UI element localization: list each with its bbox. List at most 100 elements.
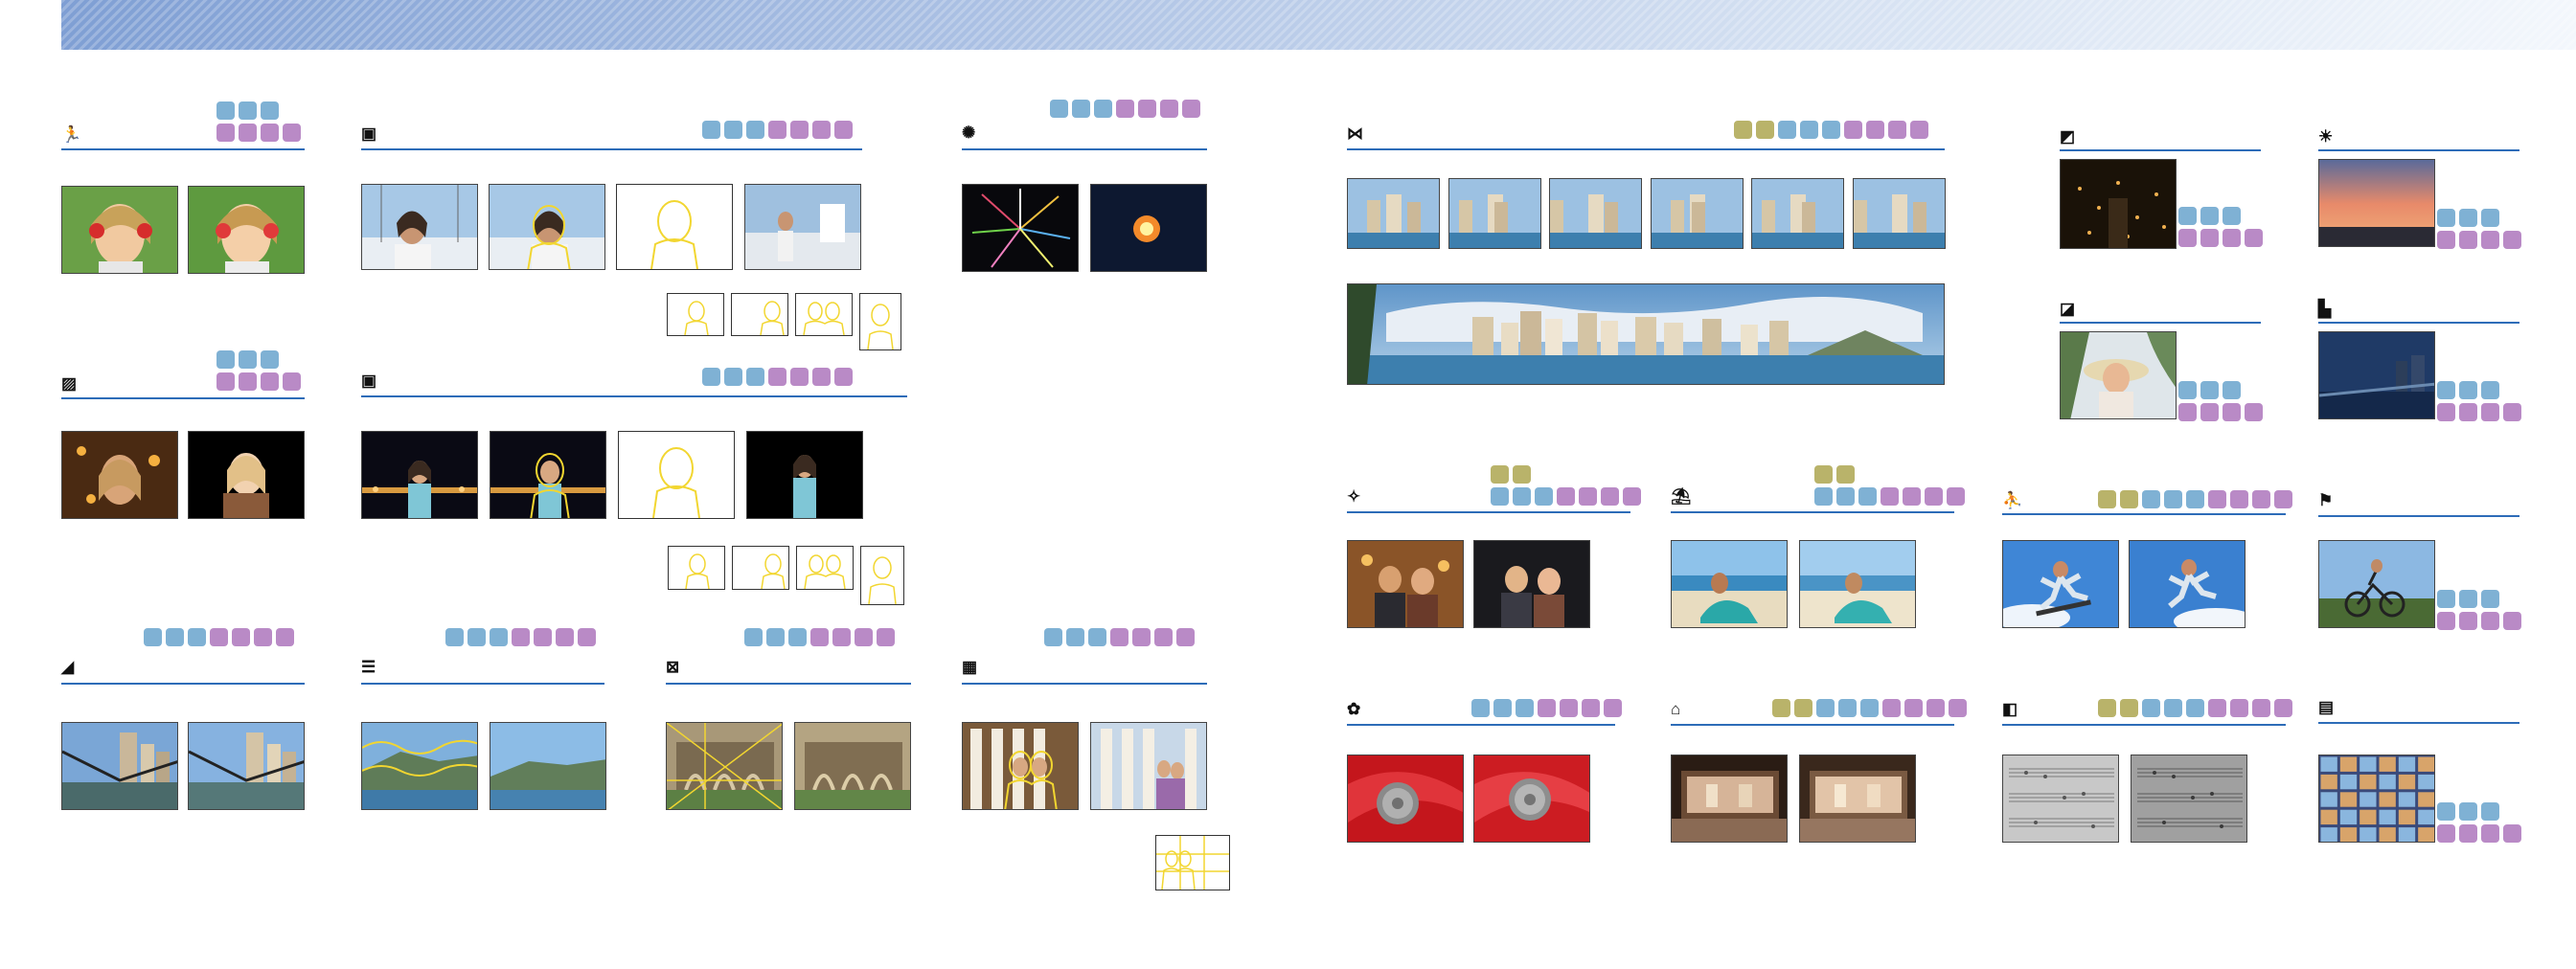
compat-badge bbox=[2208, 490, 2226, 508]
compat-badge bbox=[2481, 381, 2499, 399]
mode-compat-badges bbox=[2437, 590, 2521, 630]
photo-coin-red-1[interactable] bbox=[1347, 755, 1464, 843]
photo-diamond-head-1[interactable] bbox=[361, 722, 478, 810]
panorama-frame[interactable] bbox=[1751, 178, 1844, 249]
photo-harbor-woman-2[interactable] bbox=[489, 184, 605, 270]
photo-harbor-woman-1[interactable] bbox=[361, 184, 478, 270]
compat-badge bbox=[2223, 207, 2241, 225]
photo-courtyard-2[interactable] bbox=[794, 722, 911, 810]
compat-badge bbox=[1800, 121, 1818, 139]
party-icon: ✧ bbox=[1347, 487, 1361, 506]
photo-sheet-music-2[interactable] bbox=[2131, 755, 2247, 843]
photo-museum-2[interactable] bbox=[1799, 755, 1916, 843]
photo-courtyard-1[interactable] bbox=[666, 722, 783, 810]
photo-night-woman-2[interactable] bbox=[490, 431, 606, 519]
compat-badge bbox=[744, 628, 763, 646]
compat-badge bbox=[1116, 100, 1134, 118]
photo-beach-woman-2[interactable] bbox=[1799, 540, 1916, 628]
compat-badge bbox=[1516, 699, 1534, 717]
compat-badge bbox=[1756, 121, 1774, 139]
panorama-frame[interactable] bbox=[1549, 178, 1642, 249]
compat-badge bbox=[2481, 209, 2499, 227]
mode-compat-badges bbox=[702, 121, 853, 139]
compat-badge bbox=[261, 124, 279, 142]
photo-night-woman-3[interactable] bbox=[746, 431, 863, 519]
photo-coin-red-2[interactable] bbox=[1473, 755, 1590, 843]
close-up-icon: ✿ bbox=[1347, 700, 1361, 718]
photo-bridge-1[interactable] bbox=[61, 722, 178, 810]
panorama-icon: ⋈ bbox=[1347, 124, 1363, 143]
compat-badge bbox=[261, 372, 279, 391]
text-icon: ◧ bbox=[2002, 700, 2018, 718]
compat-badge bbox=[239, 350, 257, 369]
compat-badge bbox=[1066, 628, 1084, 646]
compat-badge bbox=[1535, 487, 1553, 506]
compat-badge bbox=[1888, 121, 1906, 139]
photo-girl-before[interactable] bbox=[61, 186, 178, 274]
photo-dusk-waterfront[interactable] bbox=[2318, 331, 2435, 419]
photo-fireworks-1[interactable] bbox=[962, 184, 1079, 272]
mode-compat-badges bbox=[702, 368, 853, 386]
photo-bridge-2[interactable] bbox=[188, 722, 305, 810]
compat-badge bbox=[2252, 699, 2270, 717]
section-rule bbox=[962, 683, 1207, 685]
panorama-frame[interactable] bbox=[1448, 178, 1541, 249]
badge-row bbox=[744, 628, 895, 646]
photo-night-city-aerial[interactable] bbox=[2060, 159, 2177, 249]
section-rule bbox=[361, 683, 604, 685]
section-rule bbox=[2060, 149, 2261, 151]
panorama-frame[interactable] bbox=[1347, 178, 1440, 249]
badge-row bbox=[2437, 590, 2521, 608]
compat-badge bbox=[1491, 487, 1509, 506]
compat-badge bbox=[261, 350, 279, 369]
compat-badge bbox=[2223, 229, 2241, 247]
panorama-frame[interactable] bbox=[1853, 178, 1946, 249]
compat-badge bbox=[239, 372, 257, 391]
badge-row bbox=[1044, 628, 1195, 646]
photo-backlit-woman[interactable] bbox=[2060, 331, 2177, 419]
badge-row bbox=[2178, 403, 2263, 421]
photo-night-girl-1[interactable] bbox=[61, 431, 178, 519]
compat-badge bbox=[2459, 381, 2477, 399]
photo-beach-woman-1[interactable] bbox=[1671, 540, 1788, 628]
section-rule bbox=[1671, 511, 1954, 513]
photo-contact-sheet[interactable] bbox=[2318, 755, 2435, 843]
compat-badge bbox=[2481, 612, 2499, 630]
photo-harbor-woman-3[interactable] bbox=[744, 184, 861, 270]
photo-party-couple-2[interactable] bbox=[1473, 540, 1590, 628]
compat-badge bbox=[217, 124, 235, 142]
panorama-frame[interactable] bbox=[1651, 178, 1744, 249]
compat-badge bbox=[2459, 231, 2477, 249]
section-rule bbox=[2318, 322, 2519, 324]
photo-sheet-music-1[interactable] bbox=[2002, 755, 2119, 843]
photo-night-girl-2[interactable] bbox=[188, 431, 305, 519]
photo-skater-2[interactable] bbox=[2129, 540, 2245, 628]
section-rule bbox=[61, 397, 305, 399]
photo-diamond-head-2[interactable] bbox=[490, 722, 606, 810]
photo-columns-1[interactable] bbox=[962, 722, 1079, 810]
photo-columns-2[interactable] bbox=[1090, 722, 1207, 810]
compat-badge bbox=[1160, 100, 1178, 118]
badge-row bbox=[2098, 490, 2292, 508]
sunset-icon: ☀ bbox=[2318, 127, 2334, 146]
night-framing-diagram-large bbox=[618, 431, 735, 519]
photo-cyclist[interactable] bbox=[2318, 540, 2435, 628]
compat-badge bbox=[746, 121, 764, 139]
photo-museum-1[interactable] bbox=[1671, 755, 1788, 843]
photo-skater-1[interactable] bbox=[2002, 540, 2119, 628]
photo-night-woman-1[interactable] bbox=[361, 431, 478, 519]
photo-party-couple-1[interactable] bbox=[1347, 540, 1464, 628]
compat-badge bbox=[2223, 403, 2241, 421]
photo-panorama-stitched[interactable] bbox=[1347, 283, 1945, 385]
photo-girl-after[interactable] bbox=[188, 186, 305, 274]
compat-badge bbox=[1778, 121, 1796, 139]
mode-compat-badges bbox=[1814, 465, 1965, 506]
compat-badge bbox=[812, 368, 831, 386]
photo-sunset-sky[interactable] bbox=[2318, 159, 2435, 247]
badge-row bbox=[2098, 699, 2292, 717]
compat-badge bbox=[2178, 403, 2197, 421]
compat-badge bbox=[812, 121, 831, 139]
photo-fireworks-2[interactable] bbox=[1090, 184, 1207, 272]
night-framing-thumb-3 bbox=[796, 546, 854, 590]
compat-badge bbox=[832, 628, 851, 646]
